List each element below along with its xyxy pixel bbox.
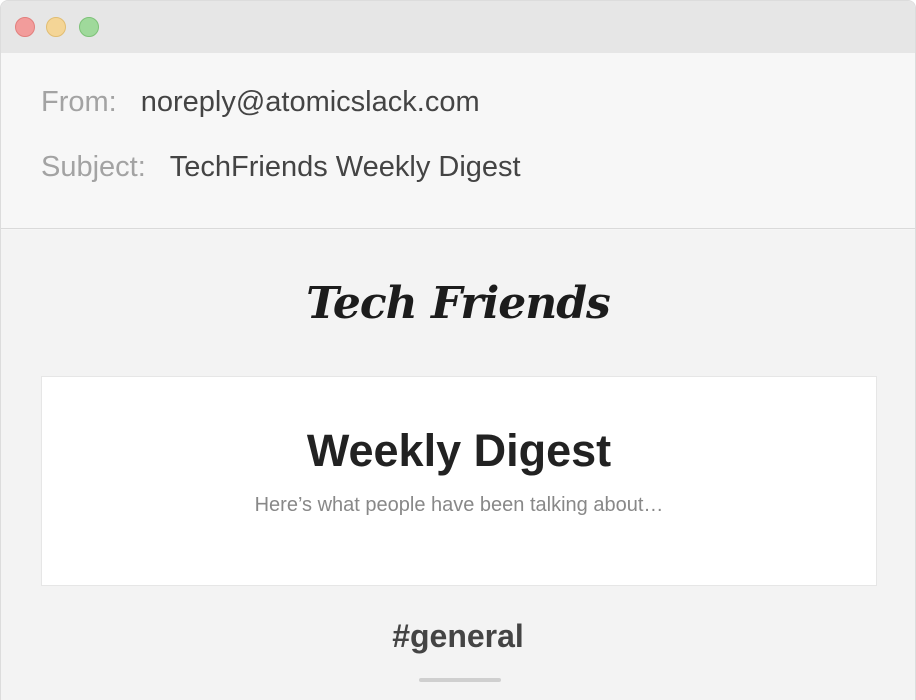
close-window-button[interactable] bbox=[15, 17, 35, 37]
digest-title: Weekly Digest bbox=[306, 425, 612, 476]
minimize-window-button[interactable] bbox=[46, 17, 66, 37]
zoom-window-button[interactable] bbox=[79, 17, 99, 37]
subject-text: TechFriends Weekly Digest bbox=[169, 151, 521, 183]
from-address[interactable]: noreply@atomicslack.com bbox=[141, 86, 480, 118]
digest-subtitle: Here’s what people have been talking abo… bbox=[254, 494, 664, 516]
channel-heading: #general bbox=[392, 618, 524, 654]
digest-card: Weekly Digest Here’s what people have be… bbox=[41, 376, 877, 586]
title-bar bbox=[1, 1, 915, 53]
email-header: From: noreply@atomicslack.com Subject: Tec… bbox=[1, 53, 915, 229]
subject-row: Subject: TechFriends Weekly Digest bbox=[41, 151, 521, 184]
from-label: From: bbox=[41, 86, 117, 118]
email-body: Tech Friends Weekly Digest Here’s what p… bbox=[1, 230, 915, 700]
channel-divider bbox=[419, 678, 501, 682]
subject-label: Subject: bbox=[41, 151, 146, 183]
tech-friends-logo: Tech Friends bbox=[306, 278, 611, 329]
from-row: From: noreply@atomicslack.com bbox=[41, 86, 480, 119]
email-window: From: noreply@atomicslack.com Subject: Tec… bbox=[0, 0, 916, 700]
